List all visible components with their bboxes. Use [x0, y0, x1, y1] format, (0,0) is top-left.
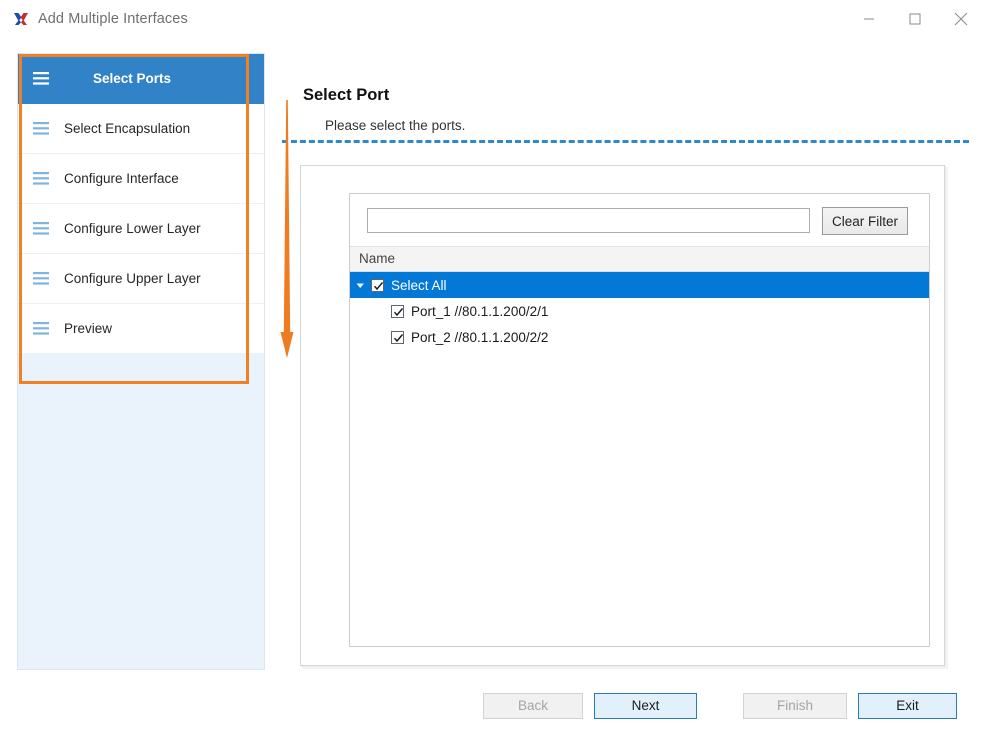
- expander-triangle-icon[interactable]: [350, 281, 371, 290]
- page-subtitle: Please select the ports.: [325, 118, 466, 133]
- app-x-icon: [12, 10, 30, 28]
- tree-row-port-2[interactable]: Port_2 //80.1.1.200/2/2: [350, 324, 929, 350]
- next-button[interactable]: Next: [594, 693, 697, 719]
- ports-grid: Clear Filter Name Select All Port_1 //80…: [349, 193, 930, 647]
- wizard-footer: Back Next Finish Exit: [0, 693, 984, 742]
- sidebar-item-label: Select Encapsulation: [64, 121, 191, 136]
- ports-panel: Clear Filter Name Select All Port_1 //80…: [300, 165, 945, 666]
- sidebar-item-configure-upper-layer[interactable]: Configure Upper Layer: [18, 254, 264, 304]
- hamburger-icon: [18, 72, 64, 85]
- hamburger-icon: [18, 272, 64, 285]
- sidebar-item-label: Configure Interface: [64, 171, 179, 186]
- sidebar-item-select-encapsulation[interactable]: Select Encapsulation: [18, 104, 264, 154]
- panel-shadow-bottom: [302, 666, 948, 669]
- finish-button[interactable]: Finish: [743, 693, 847, 719]
- tree-row-port-1[interactable]: Port_1 //80.1.1.200/2/1: [350, 298, 929, 324]
- sidebar-item-label: Select Ports: [93, 71, 172, 86]
- dashed-divider: [282, 140, 969, 143]
- title-bar-left: Add Multiple Interfaces: [12, 0, 188, 38]
- column-header-name: Name: [359, 251, 396, 266]
- filter-bar: Clear Filter: [350, 194, 929, 247]
- window-title: Add Multiple Interfaces: [38, 11, 188, 27]
- sidebar-item-preview[interactable]: Preview: [18, 304, 264, 354]
- window-controls: [846, 0, 984, 38]
- maximize-icon[interactable]: [892, 0, 938, 38]
- exit-button[interactable]: Exit: [858, 693, 957, 719]
- tree-row-label: Port_1 //80.1.1.200/2/1: [411, 303, 549, 319]
- minimize-icon[interactable]: [846, 0, 892, 38]
- wizard-sidebar: Select Ports Select Encapsulation Config…: [17, 53, 265, 670]
- grid-column-header: Name: [350, 247, 929, 272]
- back-button[interactable]: Back: [483, 693, 583, 719]
- sidebar-item-label: Configure Upper Layer: [64, 271, 201, 286]
- checkbox-checked-icon[interactable]: [391, 330, 404, 344]
- filter-input[interactable]: [367, 208, 810, 233]
- title-bar: Add Multiple Interfaces: [0, 0, 984, 39]
- sidebar-item-label: Preview: [64, 321, 113, 336]
- checkbox-checked-icon[interactable]: [391, 304, 404, 318]
- tree-row-label: Select All: [391, 277, 447, 293]
- close-icon[interactable]: [938, 0, 984, 38]
- panel-shadow-right: [945, 167, 948, 668]
- sidebar-item-label: Configure Lower Layer: [64, 221, 201, 236]
- clear-filter-button[interactable]: Clear Filter: [822, 207, 908, 235]
- sidebar-item-select-ports[interactable]: Select Ports: [18, 54, 264, 104]
- content-panel: Select Port Please select the ports. Cle…: [277, 53, 969, 670]
- wizard-step-list: Select Ports Select Encapsulation Config…: [18, 54, 264, 354]
- ports-tree: Select All Port_1 //80.1.1.200/2/1 Port_…: [350, 272, 929, 350]
- window-body: Select Ports Select Encapsulation Config…: [0, 38, 984, 742]
- sidebar-item-configure-interface[interactable]: Configure Interface: [18, 154, 264, 204]
- sidebar-item-configure-lower-layer[interactable]: Configure Lower Layer: [18, 204, 264, 254]
- checkbox-checked-icon[interactable]: [371, 278, 384, 292]
- hamburger-icon: [18, 122, 64, 135]
- tree-row-select-all[interactable]: Select All: [350, 272, 929, 298]
- tree-row-label: Port_2 //80.1.1.200/2/2: [411, 329, 549, 345]
- hamburger-icon: [18, 172, 64, 185]
- hamburger-icon: [18, 322, 64, 335]
- page-title: Select Port: [303, 86, 390, 104]
- hamburger-icon: [18, 222, 64, 235]
